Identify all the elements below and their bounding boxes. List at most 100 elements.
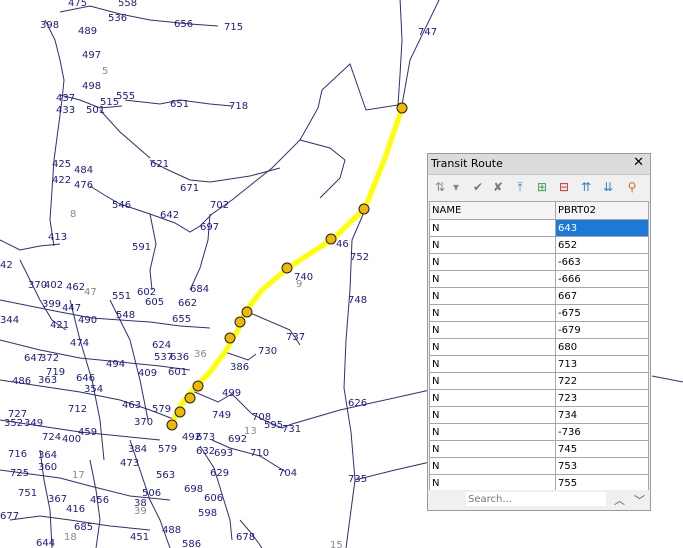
node-label: 413 <box>48 232 67 243</box>
node-label: 402 <box>44 280 63 291</box>
table-row[interactable]: N 667 <box>429 287 649 305</box>
node-label: 551 <box>112 291 131 302</box>
node-label: 494 <box>106 359 125 370</box>
table-row[interactable]: N -679 <box>429 321 649 339</box>
cell-name[interactable]: N <box>429 287 556 305</box>
node-label: 484 <box>74 165 93 176</box>
insert-before-icon[interactable]: ⤒ <box>512 179 528 195</box>
node-label: 671 <box>180 183 199 194</box>
node-label: 693 <box>214 448 233 459</box>
node-label: 36 <box>194 349 207 360</box>
cell-name[interactable]: N <box>429 406 556 424</box>
node-label: 459 <box>78 427 97 438</box>
node-label: 536 <box>108 13 127 24</box>
cell-pbrt02[interactable]: 722 <box>555 372 649 390</box>
previous-icon[interactable]: ︿ <box>614 492 625 508</box>
cell-pbrt02[interactable]: -679 <box>555 321 649 339</box>
cell-name[interactable]: N <box>429 270 556 288</box>
close-icon[interactable]: ✕ <box>633 155 644 170</box>
table-row[interactable]: N -663 <box>429 253 649 271</box>
node-label: 725 <box>10 468 29 479</box>
panel-title: Transit Route <box>431 157 503 170</box>
column-header-name[interactable]: NAME <box>429 201 556 220</box>
table-row[interactable]: N 680 <box>429 338 649 356</box>
column-header-pbrt02[interactable]: PBRT02 <box>555 201 649 220</box>
cell-pbrt02[interactable]: -736 <box>555 423 649 441</box>
move-down-icon[interactable]: ⇊ <box>600 179 616 195</box>
node-label: 497 <box>82 50 101 61</box>
node-label: 498 <box>82 81 101 92</box>
transit-route-panel[interactable]: Transit Route ✕ ⇅ ▾ ✔ ✘ ⤒ ⊞ ⊟ ⇈ ⇊ ⚲ NAME… <box>427 153 651 511</box>
uncheck-icon[interactable]: ✘ <box>490 179 506 195</box>
sort-dropdown-icon[interactable]: ▾ <box>448 179 464 195</box>
table-row[interactable]: N -736 <box>429 423 649 441</box>
node-label: 749 <box>212 410 231 421</box>
cell-pbrt02[interactable]: 667 <box>555 287 649 305</box>
pick-node-icon[interactable]: ⚲ <box>624 179 640 195</box>
node-label: 710 <box>250 448 269 459</box>
node-label: 646 <box>76 373 95 384</box>
sort-icon[interactable]: ⇅ <box>432 179 448 195</box>
node-label: 344 <box>0 315 19 326</box>
cell-name[interactable]: N <box>429 423 556 441</box>
cell-pbrt02[interactable]: 734 <box>555 406 649 424</box>
cell-name[interactable]: N <box>429 219 556 237</box>
table-row[interactable]: N 755 <box>429 474 649 491</box>
cell-name[interactable]: N <box>429 338 556 356</box>
table-row[interactable]: N 722 <box>429 372 649 390</box>
cell-name[interactable]: N <box>429 457 556 475</box>
cell-pbrt02[interactable]: 755 <box>555 474 649 491</box>
node-label: 697 <box>200 222 219 233</box>
cell-name[interactable]: N <box>429 355 556 373</box>
panel-titlebar[interactable]: Transit Route ✕ <box>428 154 650 175</box>
cell-name[interactable]: N <box>429 474 556 491</box>
cell-name[interactable]: N <box>429 389 556 407</box>
table-row[interactable]: N 723 <box>429 389 649 407</box>
table-row[interactable]: N 713 <box>429 355 649 373</box>
table-row[interactable]: N -675 <box>429 304 649 322</box>
node-label: 601 <box>168 367 187 378</box>
cell-pbrt02[interactable]: 753 <box>555 457 649 475</box>
cell-name[interactable]: N <box>429 372 556 390</box>
cell-pbrt02[interactable]: -666 <box>555 270 649 288</box>
cell-name[interactable]: N <box>429 321 556 339</box>
cell-name[interactable]: N <box>429 440 556 458</box>
node-label: 606 <box>204 493 223 504</box>
node-label: 724 <box>42 432 61 443</box>
node-label: 488 <box>162 525 181 536</box>
table-row[interactable]: N 734 <box>429 406 649 424</box>
table-row[interactable]: N -666 <box>429 270 649 288</box>
delete-icon[interactable]: ⊟ <box>556 179 572 195</box>
node-label: 398 <box>40 20 59 31</box>
cell-name[interactable]: N <box>429 236 556 254</box>
search-input[interactable] <box>466 492 606 506</box>
route-node <box>192 380 204 392</box>
node-label: 605 <box>145 297 164 308</box>
check-icon[interactable]: ✔ <box>470 179 486 195</box>
cell-pbrt02[interactable]: 680 <box>555 338 649 356</box>
node-label: 730 <box>258 346 277 357</box>
cell-pbrt02[interactable]: 745 <box>555 440 649 458</box>
cell-pbrt02[interactable]: -663 <box>555 253 649 271</box>
node-label: 626 <box>348 398 367 409</box>
cell-pbrt02[interactable]: 713 <box>555 355 649 373</box>
table-row[interactable]: N 652 <box>429 236 649 254</box>
move-up-icon[interactable]: ⇈ <box>578 179 594 195</box>
node-label: 595 <box>264 420 283 431</box>
insert-after-icon[interactable]: ⊞ <box>534 179 550 195</box>
cell-name[interactable]: N <box>429 304 556 322</box>
node-label: 718 <box>229 101 248 112</box>
table-row[interactable]: N 643 <box>429 219 649 237</box>
node-label: 715 <box>224 22 243 33</box>
cell-pbrt02[interactable]: 643 <box>555 219 649 237</box>
route-node-table[interactable]: NAME PBRT02 N 643 N 652 N -663 N -666 N 667 N -675 N… <box>429 201 649 491</box>
table-row[interactable]: N 745 <box>429 440 649 458</box>
next-icon[interactable]: ﹀ <box>634 492 645 508</box>
table-row[interactable]: N 753 <box>429 457 649 475</box>
cell-pbrt02[interactable]: 723 <box>555 389 649 407</box>
cell-pbrt02[interactable]: -675 <box>555 304 649 322</box>
cell-name[interactable]: N <box>429 253 556 271</box>
node-label: 735 <box>348 474 367 485</box>
cell-pbrt02[interactable]: 652 <box>555 236 649 254</box>
node-label: 685 <box>74 522 93 533</box>
